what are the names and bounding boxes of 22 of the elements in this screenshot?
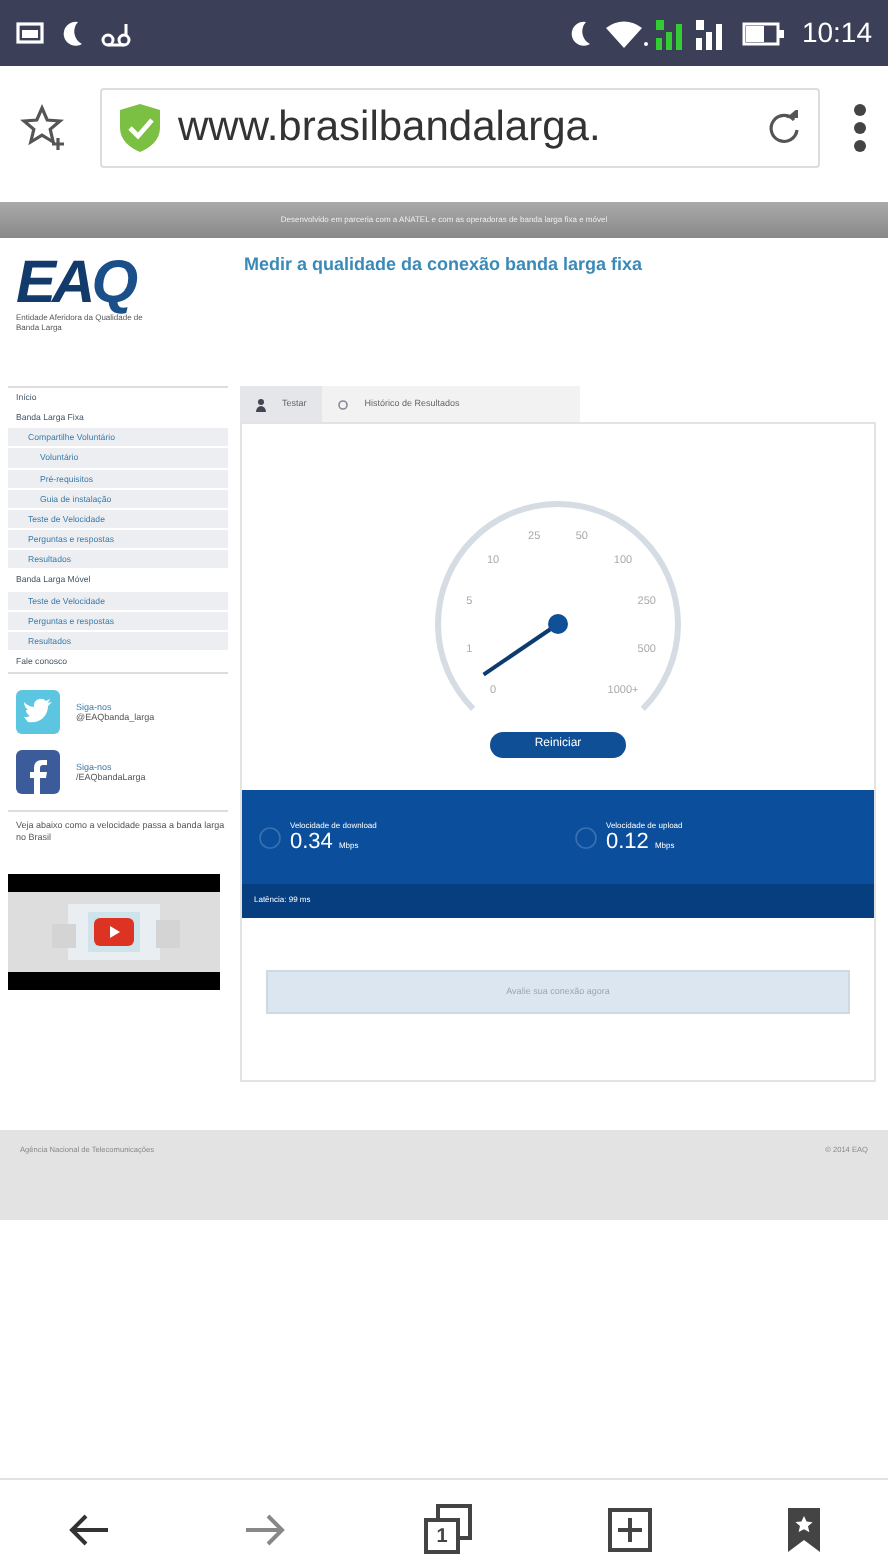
moon-icon [567,19,592,47]
address-field[interactable]: www.brasilbandalarga. [100,88,820,168]
wifi-icon [603,17,648,49]
gauge-needle [482,614,568,677]
tabs-button[interactable]: 1 [421,1503,474,1555]
facebook-icon[interactable] [16,750,60,795]
new-tab-icon[interactable] [607,1507,652,1551]
page-title: Medir a qualidade da conexão banda larga fixa [242,252,643,278]
logo: EAQ [14,254,136,314]
forward-arrow-icon[interactable] [244,1511,289,1547]
voicemail-icon [100,19,132,47]
play-button-icon[interactable] [94,917,134,946]
reload-icon[interactable] [766,110,802,146]
bookmark-icon[interactable] [785,1505,822,1553]
menu-icon[interactable] [852,102,868,154]
person-icon [256,397,266,411]
moon-icon [60,19,84,47]
back-arrow-icon[interactable] [66,1511,111,1547]
image-icon [16,22,44,44]
star-add-icon[interactable] [20,104,68,152]
battery-icon [741,21,786,45]
clock-time: 10:14 [801,14,872,52]
